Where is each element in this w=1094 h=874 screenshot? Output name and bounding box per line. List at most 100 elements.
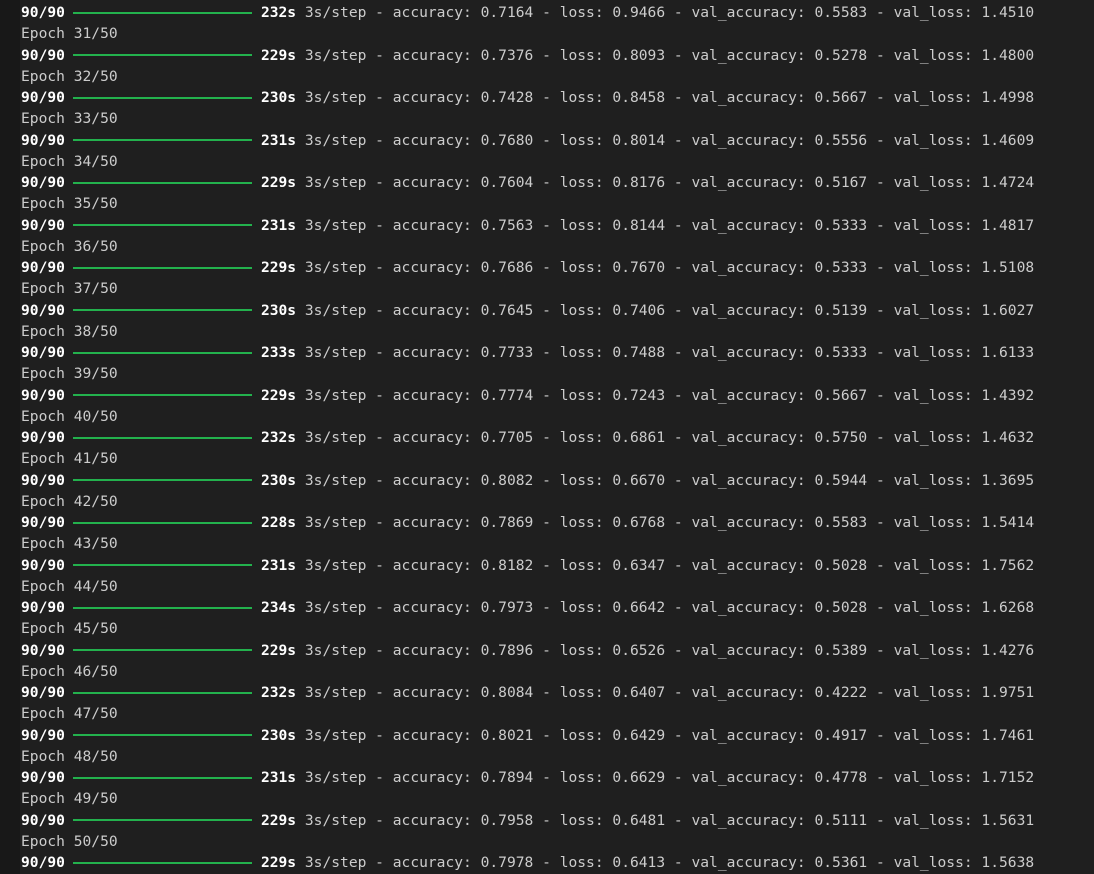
step-progress-line: 90/90 231s 3s/step - accuracy: 0.7894 - l… (21, 767, 1091, 788)
progress-bar (72, 54, 252, 57)
progress-bar (72, 139, 252, 142)
step-counter: 90/90 (21, 46, 65, 64)
step-progress-line: 90/90 229s 3s/step - accuracy: 0.7376 - l… (21, 45, 1091, 66)
epoch-label: Epoch 49/50 (21, 790, 118, 808)
progress-bar (72, 309, 252, 312)
epoch-header-line: Epoch 31/50 (21, 23, 1091, 44)
metrics-text: 3s/step - accuracy: 0.7563 - loss: 0.814… (304, 216, 1035, 234)
step-progress-line: 90/90 232s 3s/step - accuracy: 0.7164 - l… (21, 2, 1091, 23)
progress-bar (72, 861, 252, 864)
epoch-duration: 229s (260, 259, 297, 276)
epoch-header-line: Epoch 38/50 (21, 321, 1091, 342)
step-progress-line: 90/90 232s 3s/step - accuracy: 0.8084 - l… (21, 682, 1091, 703)
epoch-duration: 229s (260, 641, 297, 659)
progress-bar (72, 11, 252, 14)
step-counter: 90/90 (21, 4, 65, 21)
epoch-duration: 231s (260, 131, 297, 149)
progress-bar (72, 734, 252, 737)
metrics-text: 3s/step - accuracy: 0.7733 - loss: 0.748… (304, 344, 1035, 361)
step-progress-line: 90/90 231s 3s/step - accuracy: 0.7563 - l… (21, 215, 1091, 236)
epoch-label: Epoch 38/50 (21, 322, 118, 340)
epoch-label: Epoch 33/50 (21, 110, 118, 128)
metrics-text: 3s/step - accuracy: 0.7869 - loss: 0.676… (304, 514, 1035, 531)
progress-bar (72, 96, 252, 99)
metrics-text: 3s/step - accuracy: 0.7973 - loss: 0.664… (304, 599, 1035, 616)
epoch-label: Epoch 42/50 (21, 492, 118, 510)
epoch-duration: 232s (260, 684, 297, 701)
step-counter: 90/90 (21, 514, 65, 531)
epoch-label: Epoch 48/50 (21, 747, 118, 765)
progress-bar (72, 691, 252, 694)
epoch-duration: 229s (260, 46, 297, 64)
step-counter: 90/90 (21, 684, 65, 701)
metrics-text: 3s/step - accuracy: 0.7428 - loss: 0.845… (304, 89, 1035, 106)
metrics-text: 3s/step - accuracy: 0.7958 - loss: 0.648… (304, 811, 1035, 829)
epoch-label: Epoch 41/50 (21, 450, 118, 468)
output-gutter (0, 0, 20, 874)
epoch-duration: 231s (260, 216, 297, 234)
epoch-header-line: Epoch 46/50 (21, 661, 1091, 682)
epoch-header-line: Epoch 39/50 (21, 363, 1091, 384)
epoch-label: Epoch 36/50 (21, 237, 118, 255)
epoch-header-line: Epoch 35/50 (21, 193, 1091, 214)
epoch-duration: 231s (260, 556, 297, 574)
step-counter: 90/90 (21, 726, 65, 744)
progress-bar (72, 776, 252, 779)
step-counter: 90/90 (21, 301, 65, 319)
step-progress-line: 90/90 229s 3s/step - accuracy: 0.7896 - l… (21, 640, 1091, 661)
metrics-text: 3s/step - accuracy: 0.7645 - loss: 0.740… (304, 301, 1035, 319)
progress-bar (72, 479, 252, 482)
step-progress-line: 90/90 232s 3s/step - accuracy: 0.7705 - l… (21, 427, 1091, 448)
step-progress-line: 90/90 229s 3s/step - accuracy: 0.7774 - l… (21, 385, 1091, 406)
epoch-duration: 229s (260, 174, 297, 191)
progress-bar (72, 394, 252, 397)
epoch-header-line: Epoch 32/50 (21, 66, 1091, 87)
metrics-text: 3s/step - accuracy: 0.8021 - loss: 0.642… (304, 726, 1035, 744)
step-counter: 90/90 (21, 556, 65, 574)
training-output-panel[interactable]: 90/90 232s 3s/step - accuracy: 0.7164 - l… (0, 0, 1094, 874)
step-counter: 90/90 (21, 131, 65, 149)
metrics-text: 3s/step - accuracy: 0.7680 - loss: 0.801… (304, 131, 1035, 149)
step-progress-line: 90/90 230s 3s/step - accuracy: 0.7428 - l… (21, 87, 1091, 108)
progress-bar (72, 351, 252, 354)
progress-bar (72, 266, 252, 269)
epoch-duration: 229s (260, 811, 297, 829)
epoch-header-line: Epoch 42/50 (21, 491, 1091, 512)
step-counter: 90/90 (21, 216, 65, 234)
epoch-label: Epoch 40/50 (21, 407, 118, 425)
step-progress-line: 90/90 229s 3s/step - accuracy: 0.7604 - l… (21, 172, 1091, 193)
epoch-label: Epoch 35/50 (21, 195, 118, 213)
metrics-text: 3s/step - accuracy: 0.7894 - loss: 0.662… (304, 769, 1035, 786)
metrics-text: 3s/step - accuracy: 0.7896 - loss: 0.652… (304, 641, 1035, 659)
epoch-header-line: Epoch 40/50 (21, 406, 1091, 427)
epoch-header-line: Epoch 48/50 (21, 746, 1091, 767)
step-counter: 90/90 (21, 174, 65, 191)
epoch-label: Epoch 47/50 (21, 705, 118, 723)
epoch-duration: 234s (260, 599, 297, 616)
metrics-text: 3s/step - accuracy: 0.8182 - loss: 0.634… (304, 556, 1035, 574)
step-counter: 90/90 (21, 641, 65, 659)
epoch-label: Epoch 39/50 (21, 365, 118, 383)
epoch-label: Epoch 44/50 (21, 577, 118, 595)
epoch-duration: 229s (260, 854, 297, 871)
epoch-label: Epoch 45/50 (21, 620, 118, 638)
progress-bar (72, 564, 252, 567)
epoch-label: Epoch 34/50 (21, 152, 118, 170)
step-progress-line: 90/90 230s 3s/step - accuracy: 0.8082 - l… (21, 470, 1091, 491)
epoch-duration: 232s (260, 429, 297, 446)
